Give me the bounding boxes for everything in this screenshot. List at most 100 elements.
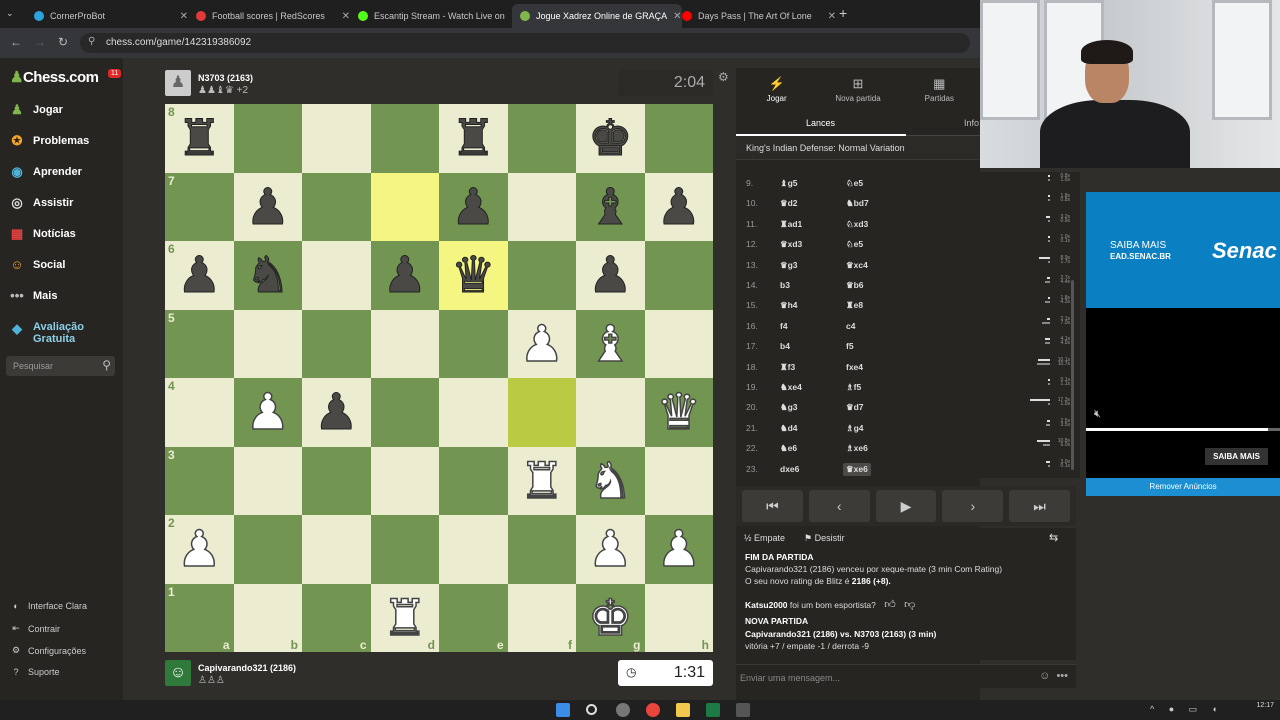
square-f1[interactable]: f [507, 583, 576, 652]
first-move-button[interactable]: ⏮ [742, 490, 803, 522]
sidebar-item-assistir[interactable]: ◎ Assistir [8, 195, 73, 211]
black-move[interactable]: ♛xe6 [843, 462, 871, 476]
square-g3[interactable]: ♞ [576, 446, 645, 515]
folder-icon[interactable] [676, 703, 690, 717]
system-tray-icons[interactable]: ^ ● ▭ ◖ [1150, 704, 1223, 715]
white-rook-piece[interactable]: ♜ [382, 592, 428, 644]
square-a5[interactable]: 5 [165, 309, 234, 378]
calculator-icon[interactable] [736, 703, 750, 717]
square-c3[interactable] [302, 446, 371, 515]
white-bishop-piece[interactable]: ♝ [587, 318, 633, 370]
square-c8[interactable] [302, 104, 371, 173]
square-e5[interactable] [439, 309, 508, 378]
reload-icon[interactable]: ↻ [58, 35, 68, 49]
black-move[interactable]: ♘e5 [846, 178, 863, 189]
square-b4[interactable]: ♟ [233, 378, 302, 447]
black-move[interactable]: ♜e8 [846, 300, 863, 311]
forward-icon[interactable]: → [34, 35, 46, 49]
move-list[interactable]: 9. ♝g5 ♘e5 0.8s 1.6s 10. ♛d2 ♞bd7 1.8s 0.8s 11. ♜ad… [736, 172, 1080, 478]
tab-info[interactable]: Info [964, 118, 979, 128]
square-a8[interactable]: 8 ♜ [165, 104, 234, 173]
next-move-button[interactable]: › [942, 490, 1004, 522]
panel-tab-partidas[interactable]: ▦ Partidas [899, 68, 980, 112]
black-pawn-piece[interactable]: ♟ [176, 250, 222, 301]
square-d1[interactable]: d ♜ [370, 583, 439, 652]
sidebar-item-problemas[interactable]: ✪ Problemas [8, 133, 90, 149]
square-h2[interactable]: ♟ [644, 515, 713, 584]
new-tab-button[interactable]: + [839, 5, 847, 21]
square-b5[interactable] [233, 309, 302, 378]
white-queen-piece[interactable]: ♛ [656, 387, 702, 439]
chrome-icon[interactable] [646, 703, 660, 717]
black-bishop-piece[interactable]: ♝ [587, 181, 633, 232]
white-king-piece[interactable]: ♚ [587, 592, 633, 644]
black-move[interactable]: f5 [846, 341, 854, 351]
black-rook-piece[interactable]: ♜ [176, 113, 222, 164]
black-pawn-piece[interactable]: ♟ [587, 250, 633, 301]
resign-button[interactable]: ⚑ Desistir [804, 533, 845, 544]
square-c7[interactable] [302, 172, 371, 241]
square-d8[interactable] [370, 104, 439, 173]
square-a7[interactable]: 7 [165, 172, 234, 241]
square-e8[interactable]: ♜ [439, 104, 508, 173]
square-g7[interactable]: ♝ [576, 172, 645, 241]
chesscom-logo[interactable]: ♟Chess.com [10, 68, 99, 86]
square-d3[interactable] [370, 446, 439, 515]
tab-close-icon[interactable]: ✕ [180, 11, 188, 22]
square-e6[interactable]: ♛ [439, 241, 508, 310]
black-king-piece[interactable]: ♚ [587, 113, 633, 164]
black-move[interactable]: c4 [846, 321, 855, 331]
square-c1[interactable]: c [302, 583, 371, 652]
opening-name[interactable]: King's Indian Defense: Normal Variation [736, 136, 980, 160]
browser-tab[interactable]: Football scores | RedScores ✕ [188, 4, 358, 28]
square-h5[interactable] [644, 309, 713, 378]
black-knight-piece[interactable]: ♞ [245, 250, 291, 301]
square-h4[interactable]: ♛ [644, 378, 713, 447]
sidebar-footer-item[interactable]: ? Suporte [10, 667, 59, 677]
ad-cta-button[interactable]: SAIBA MAIS [1205, 448, 1268, 465]
sidebar-footer-item[interactable]: ◐ Interface Clara [10, 601, 87, 611]
white-rook-piece[interactable]: ♜ [519, 455, 565, 507]
square-a6[interactable]: 6 ♟ [165, 241, 234, 310]
black-pawn-piece[interactable]: ♟ [382, 250, 428, 301]
square-f4[interactable] [507, 378, 576, 447]
square-c2[interactable] [302, 515, 371, 584]
sidebar-item-mais[interactable]: ••• Mais [8, 288, 57, 303]
black-move[interactable]: ♘e5 [846, 239, 863, 250]
top-player-name[interactable]: N3703 (2163) [198, 73, 253, 83]
square-b6[interactable]: ♞ [233, 241, 302, 310]
black-move[interactable]: ♛xc4 [846, 260, 868, 271]
browser-tab[interactable]: Days Pass | The Art Of Lone ✕ [674, 4, 844, 28]
square-a3[interactable]: 3 [165, 446, 234, 515]
browser-tab[interactable]: CornerProBot ✕ [26, 4, 196, 28]
excel-icon[interactable] [706, 703, 720, 717]
sidebar-item-jogar[interactable]: ♟ Jogar [8, 102, 63, 118]
app-icon[interactable] [616, 703, 630, 717]
black-pawn-piece[interactable]: ♟ [245, 181, 291, 232]
square-h8[interactable] [644, 104, 713, 173]
mute-icon[interactable]: 🔇︎ [1094, 408, 1101, 421]
tab-search-chevron-icon[interactable]: ⌄ [6, 8, 14, 19]
black-pawn-piece[interactable]: ♟ [313, 387, 359, 438]
black-queen-piece[interactable]: ♛ [450, 250, 496, 301]
site-info-icon[interactable]: ⚲ [88, 36, 95, 47]
square-d7[interactable] [370, 172, 439, 241]
square-e4[interactable] [439, 378, 508, 447]
white-move[interactable]: dxe6 [780, 464, 799, 474]
square-b1[interactable]: b [233, 583, 302, 652]
white-move[interactable]: ♛xd3 [780, 239, 802, 250]
white-pawn-piece[interactable]: ♟ [656, 524, 702, 576]
black-move[interactable]: ♛d7 [846, 402, 864, 413]
square-f8[interactable] [507, 104, 576, 173]
square-g1[interactable]: g ♚ [576, 583, 645, 652]
board-settings-gear-icon[interactable]: ⚙ [718, 70, 729, 84]
more-options-icon[interactable]: ••• [1056, 670, 1068, 682]
white-move[interactable]: ♜f3 [780, 362, 795, 373]
square-d6[interactable]: ♟ [370, 241, 439, 310]
square-f3[interactable]: ♜ [507, 446, 576, 515]
panel-tab-nova-partida[interactable]: ⊞ Nova partida [817, 68, 898, 112]
sidebar-footer-item[interactable]: ⚙ Configurações [10, 645, 86, 656]
square-b8[interactable] [233, 104, 302, 173]
draw-button[interactable]: ½ Empate [744, 533, 785, 543]
move-list-scrollbar[interactable] [1071, 280, 1074, 470]
